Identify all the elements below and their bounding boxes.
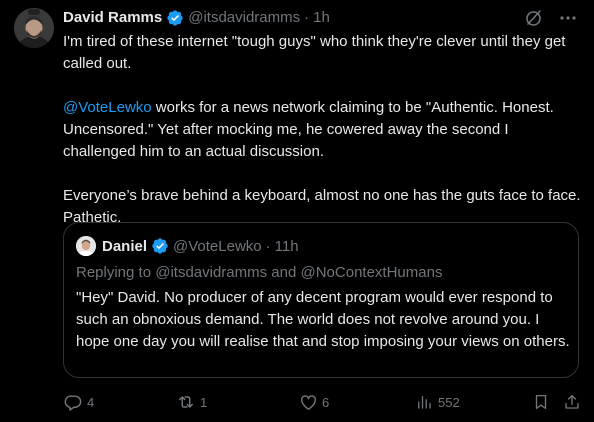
tweet-top-actions (510, 8, 578, 28)
repost-count: 1 (200, 394, 208, 410)
views-button[interactable]: 552 (414, 390, 460, 414)
quote-time[interactable]: 11h (275, 238, 299, 255)
repost-icon (176, 392, 196, 412)
like-icon (298, 392, 318, 412)
mention-link[interactable]: @VoteLewko (63, 99, 152, 116)
bookmark-icon (531, 392, 551, 412)
share-icon (562, 392, 582, 412)
tweet-header: David Ramms @itsdavidramms · 1h (63, 8, 330, 28)
author-avatar[interactable] (14, 8, 54, 48)
verified-badge-icon (166, 9, 184, 27)
quote-replying-to: Replying to @itsdavidramms and @NoContex… (76, 264, 443, 281)
author-handle[interactable]: @itsdavidramms (188, 8, 300, 28)
quote-author-avatar[interactable] (76, 236, 96, 256)
tweet-paragraph-2: @VoteLewko works for a news network clai… (63, 97, 583, 163)
repost-button[interactable]: 1 (176, 390, 207, 414)
quote-text: "Hey" David. No producer of any decent p… (76, 289, 570, 350)
reply-count: 4 (87, 394, 95, 410)
tweet: David Ramms @itsdavidramms · 1h I'm tire… (0, 0, 594, 422)
quote-author-handle[interactable]: @VoteLewko (173, 238, 262, 255)
like-count: 6 (322, 394, 330, 410)
grok-icon[interactable] (524, 8, 544, 28)
tweet-text: I'm tired of these internet "tough guys"… (63, 31, 583, 229)
views-icon (414, 392, 434, 412)
author-name[interactable]: David Ramms (63, 8, 162, 28)
tweet-time[interactable]: 1h (313, 8, 330, 28)
bookmark-button[interactable] (531, 390, 555, 414)
more-icon[interactable] (558, 8, 578, 28)
quote-header: Daniel @VoteLewko · 11h (76, 236, 299, 256)
reply-icon (63, 392, 83, 412)
views-count: 552 (438, 394, 460, 410)
quote-author-name[interactable]: Daniel (102, 238, 147, 255)
tweet-action-bar: 4 1 6 552 (0, 390, 594, 414)
reply-button[interactable]: 4 (63, 390, 94, 414)
separator-dot: · (304, 9, 310, 26)
like-button[interactable]: 6 (298, 390, 329, 414)
quoted-tweet[interactable]: Daniel @VoteLewko · 11h Replying to @its… (63, 222, 579, 378)
share-button[interactable] (562, 390, 586, 414)
tweet-paragraph-1: I'm tired of these internet "tough guys"… (63, 33, 566, 72)
quote-separator-dot: · (265, 237, 271, 255)
quote-verified-badge-icon (151, 237, 169, 255)
